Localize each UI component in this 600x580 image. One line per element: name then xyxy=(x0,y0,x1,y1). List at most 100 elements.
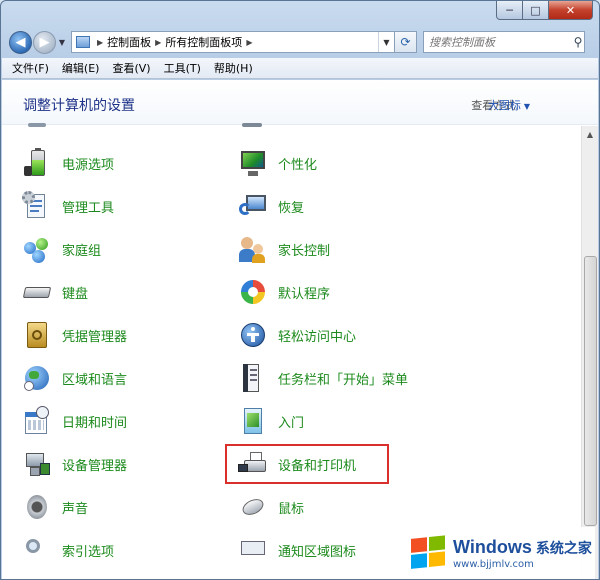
item-label[interactable]: 管理工具 xyxy=(62,197,114,216)
item-label[interactable]: 区域和语言 xyxy=(62,369,127,388)
menu-bar: 文件(F) 编辑(E) 查看(V) 工具(T) 帮助(H) xyxy=(2,58,598,79)
list-item[interactable]: 设备管理器 xyxy=(22,446,127,482)
list-item[interactable]: 入门 xyxy=(238,403,304,439)
item-label[interactable]: 键盘 xyxy=(62,283,88,302)
control-panel-icon xyxy=(76,36,90,48)
watermark-url: www.bjjmlv.com xyxy=(453,558,534,570)
list-item[interactable]: 键盘 xyxy=(22,274,88,310)
scrollbar-thumb[interactable] xyxy=(584,256,597,526)
item-label[interactable]: 凭据管理器 xyxy=(62,326,127,345)
control-panel-items: 电源选项 管理工具 家庭组 键盘 凭据管理器 区域和语言 日期和时间 设备管理器… xyxy=(2,123,581,579)
watermark-site: 系统之家 xyxy=(535,540,592,557)
content-header: 调整计算机的设置 查看方式: 大图标 ▼ xyxy=(2,80,598,125)
minimize-button[interactable]: ─ xyxy=(496,1,523,20)
keyboard-icon xyxy=(22,277,52,307)
list-item[interactable]: 管理工具 xyxy=(22,188,114,224)
list-item[interactable]: 轻松访问中心 xyxy=(238,317,356,353)
index-search-icon xyxy=(22,535,52,565)
item-label[interactable]: 轻松访问中心 xyxy=(278,326,356,345)
item-label[interactable]: 日期和时间 xyxy=(62,412,127,431)
list-item-partial-top-left xyxy=(22,96,62,132)
mouse-icon xyxy=(238,492,268,522)
address-bar[interactable]: ▶ 控制面板 ▶ 所有控制面板项 ▶ ▼ xyxy=(71,31,395,53)
list-item[interactable]: 鼠标 xyxy=(238,489,304,525)
control-panel-window: ─ □ ✕ ◀ ▶ ▼ ▶ 控制面板 ▶ 所有控制面板项 ▶ ▼ ⟳ ⚲ 文件(… xyxy=(0,0,600,580)
breadcrumb-chevron-icon[interactable]: ▶ xyxy=(97,38,103,47)
item-label[interactable]: 电源选项 xyxy=(62,154,114,173)
item-label[interactable]: 个性化 xyxy=(278,154,317,173)
battery-power-icon xyxy=(22,148,52,178)
highlight-box xyxy=(225,444,389,484)
windows-logo-icon xyxy=(411,535,447,571)
speaker-icon xyxy=(22,492,52,522)
item-label[interactable]: 通知区域图标 xyxy=(278,541,356,560)
menu-tools[interactable]: 工具(T) xyxy=(164,60,201,76)
monitor-paint-icon xyxy=(238,148,268,178)
item-label[interactable]: 设备管理器 xyxy=(62,455,127,474)
parental-controls-icon xyxy=(238,234,268,264)
device-manager-icon xyxy=(22,449,52,479)
list-item[interactable]: 电源选项 xyxy=(22,145,114,181)
breadcrumb-chevron-icon[interactable]: ▶ xyxy=(155,38,161,47)
item-label[interactable]: 声音 xyxy=(62,498,88,517)
maximize-button[interactable]: □ xyxy=(523,1,549,20)
list-item[interactable]: 凭据管理器 xyxy=(22,317,127,353)
item-label[interactable]: 默认程序 xyxy=(278,283,330,302)
vertical-scrollbar[interactable]: ▲ xyxy=(581,126,598,579)
item-label[interactable]: 索引选项 xyxy=(62,541,114,560)
list-item[interactable]: 区域和语言 xyxy=(22,360,127,396)
navigation-bar: ◀ ▶ ▼ ▶ 控制面板 ▶ 所有控制面板项 ▶ ▼ ⟳ ⚲ xyxy=(9,29,593,55)
list-item[interactable]: 恢复 xyxy=(238,188,304,224)
partial-item-icon xyxy=(22,99,52,129)
item-label[interactable]: 入门 xyxy=(278,412,304,431)
partial-item-icon xyxy=(238,99,268,129)
content-pane: 调整计算机的设置 查看方式: 大图标 ▼ 电源选项 管理工具 家庭组 键盘 凭据… xyxy=(2,80,598,579)
admin-tools-icon xyxy=(22,191,52,221)
list-item[interactable]: 默认程序 xyxy=(238,274,330,310)
list-item[interactable]: 索引选项 xyxy=(22,532,114,568)
menu-file[interactable]: 文件(F) xyxy=(12,60,49,76)
list-item[interactable]: 个性化 xyxy=(238,145,317,181)
recovery-icon xyxy=(238,191,268,221)
back-button[interactable]: ◀ xyxy=(9,30,32,54)
watermark-brand: Windows xyxy=(453,536,532,557)
list-item[interactable]: 家长控制 xyxy=(238,231,330,267)
view-by-dropdown[interactable]: 大图标 ▼ xyxy=(488,97,530,113)
globe-clock-icon xyxy=(22,363,52,393)
ease-of-access-icon xyxy=(238,320,268,350)
list-item[interactable]: 家庭组 xyxy=(22,231,101,267)
menu-help[interactable]: 帮助(H) xyxy=(214,60,253,76)
item-label[interactable]: 恢复 xyxy=(278,197,304,216)
address-dropdown-icon[interactable]: ▼ xyxy=(378,32,394,52)
breadcrumb-all-items[interactable]: 所有控制面板项 xyxy=(165,34,242,50)
forward-button[interactable]: ▶ xyxy=(33,30,56,54)
item-label[interactable]: 家庭组 xyxy=(62,240,101,259)
scroll-up-icon[interactable]: ▲ xyxy=(582,126,598,142)
item-label[interactable]: 任务栏和「开始」菜单 xyxy=(278,369,408,388)
notification-area-icon xyxy=(238,535,268,565)
watermark: Windows 系统之家 www.bjjmlv.com xyxy=(403,527,595,579)
list-item[interactable]: 任务栏和「开始」菜单 xyxy=(238,360,408,396)
breadcrumb-chevron-icon[interactable]: ▶ xyxy=(246,38,252,47)
breadcrumb-control-panel[interactable]: 控制面板 xyxy=(107,34,151,50)
credential-vault-icon xyxy=(22,320,52,350)
list-item[interactable]: 通知区域图标 xyxy=(238,532,356,568)
chevron-down-icon[interactable]: ▼ xyxy=(524,102,530,111)
list-item[interactable]: 声音 xyxy=(22,489,88,525)
recent-pages-dropdown-icon[interactable]: ▼ xyxy=(56,38,68,47)
view-by-value[interactable]: 大图标 xyxy=(488,99,521,112)
search-icon[interactable]: ⚲ xyxy=(572,35,584,49)
item-label[interactable]: 鼠标 xyxy=(278,498,304,517)
list-item-partial-top-right xyxy=(238,96,278,132)
list-item[interactable]: 日期和时间 xyxy=(22,403,127,439)
menu-view[interactable]: 查看(V) xyxy=(112,60,150,76)
homegroup-icon xyxy=(22,234,52,264)
search-box[interactable]: ⚲ xyxy=(423,31,585,53)
refresh-button[interactable]: ⟳ xyxy=(395,31,417,53)
search-input[interactable] xyxy=(424,32,572,52)
taskbar-icon xyxy=(238,363,268,393)
item-label[interactable]: 家长控制 xyxy=(278,240,330,259)
close-button[interactable]: ✕ xyxy=(549,1,593,20)
menu-edit[interactable]: 编辑(E) xyxy=(62,60,100,76)
default-programs-icon xyxy=(238,277,268,307)
